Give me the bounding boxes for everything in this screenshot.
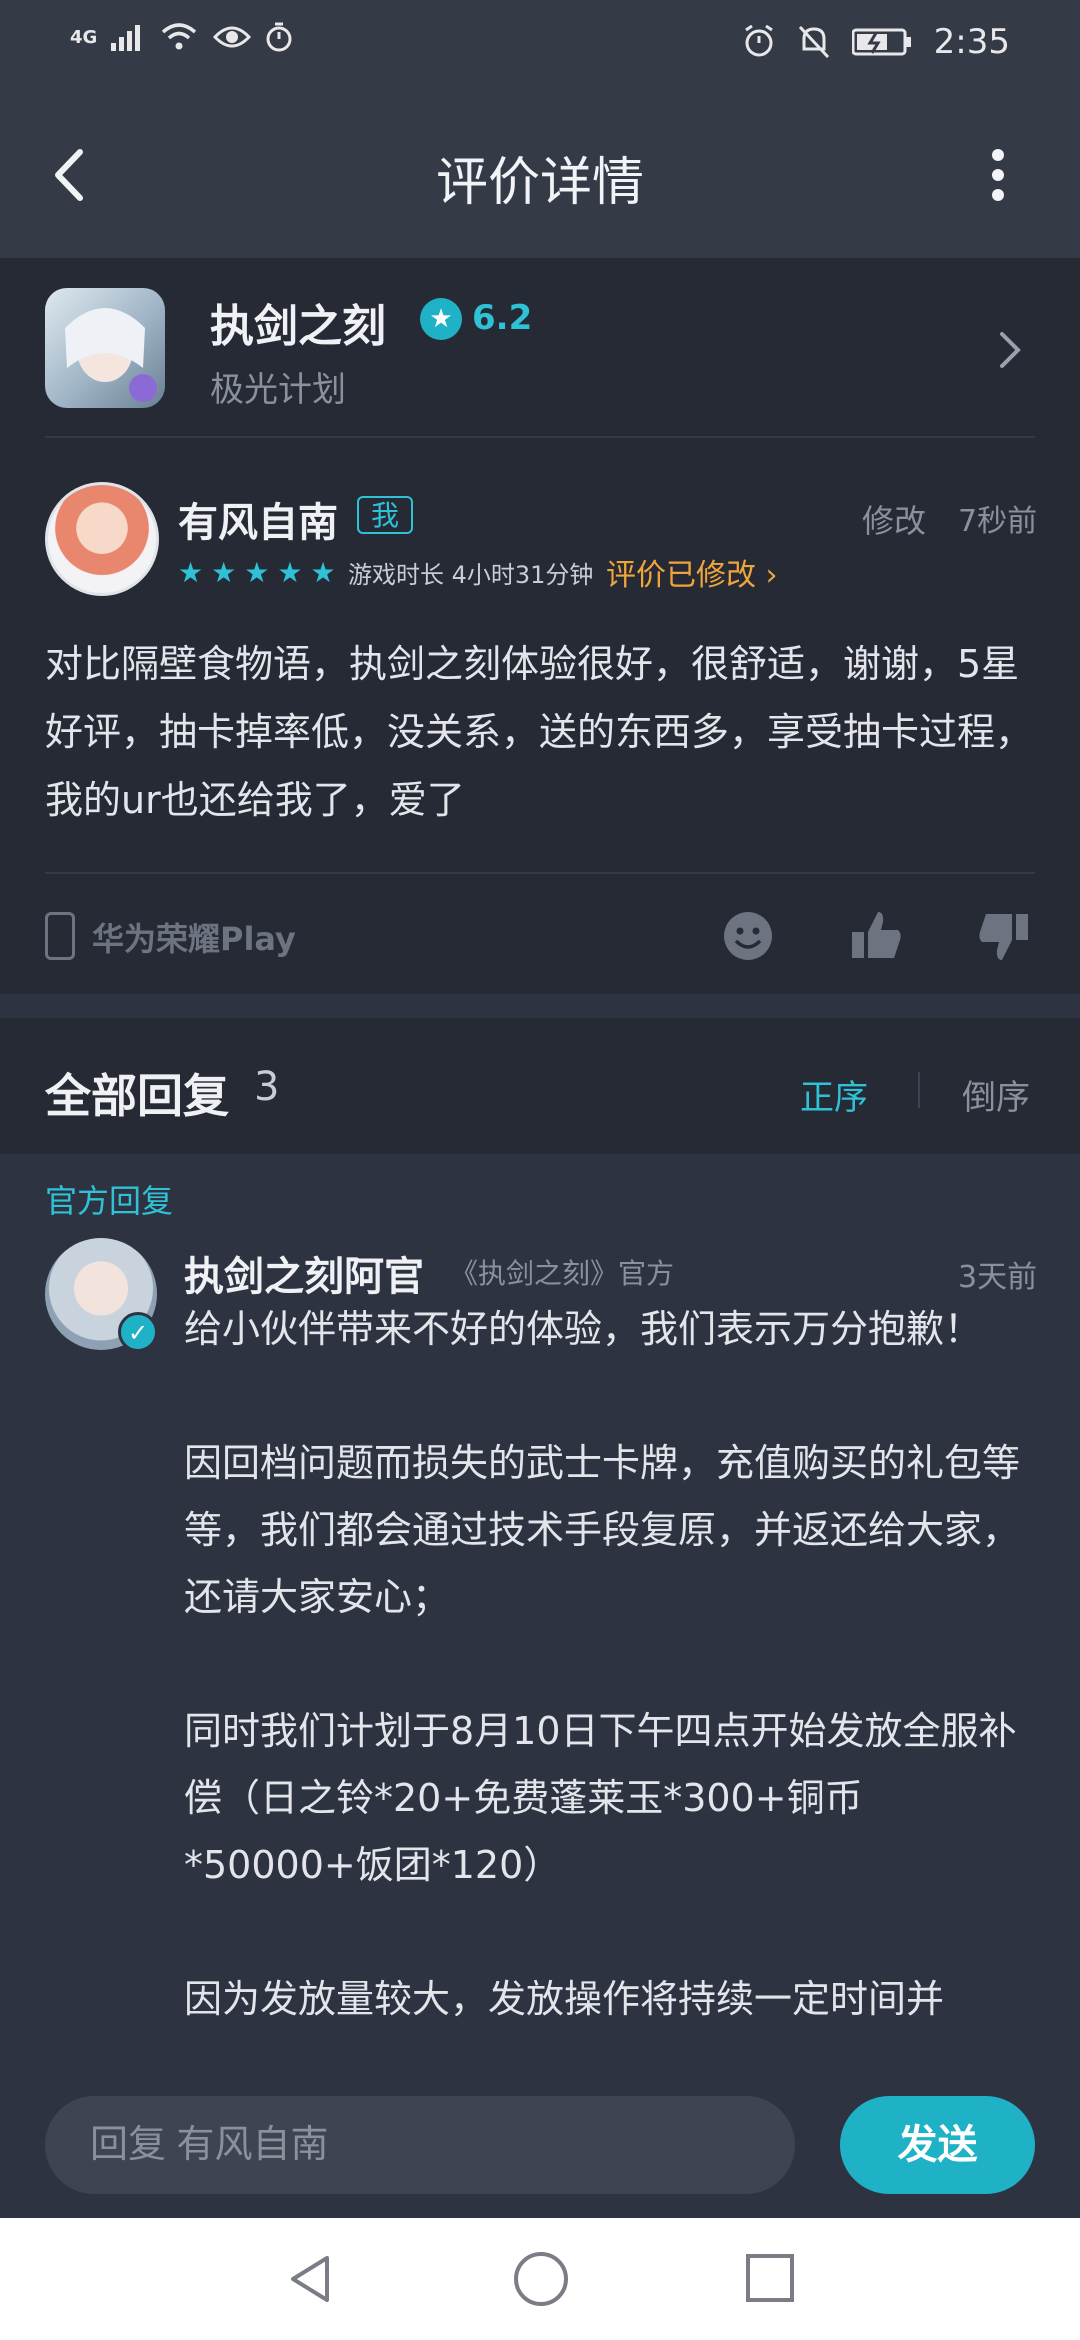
emoji-icon[interactable] bbox=[718, 906, 778, 966]
replies-title: 全部回复 bbox=[45, 1069, 229, 1123]
review-time: 7秒前 bbox=[958, 504, 1038, 539]
edited-label: 评价已修改 bbox=[606, 558, 756, 593]
divider bbox=[45, 872, 1035, 874]
star-rating: ★ ★ ★ ★ ★ bbox=[178, 556, 336, 589]
timer-icon bbox=[266, 22, 292, 52]
thumbs-down-icon[interactable] bbox=[974, 906, 1034, 966]
avatar[interactable] bbox=[45, 482, 159, 596]
app-developer: 极光计划 bbox=[210, 370, 346, 410]
star-icon: ★ bbox=[277, 556, 303, 589]
reviewer-name[interactable]: 有风自南 bbox=[178, 490, 338, 548]
official-reply-time: 3天前 bbox=[958, 1260, 1038, 1295]
official-reply-label: 官方回复 bbox=[45, 1182, 174, 1220]
chevron-right-icon[interactable] bbox=[990, 320, 1030, 380]
official-reply-text: 给小伙伴带来不好的体验，我们表示万分抱歉！ 因回档问题而损失的武士卡牌，充值购买… bbox=[184, 1307, 1021, 2021]
sort-descending-tab[interactable]: 倒序 bbox=[962, 1070, 1030, 1119]
divider bbox=[918, 1072, 920, 1108]
send-button[interactable]: 发送 bbox=[840, 2096, 1035, 2194]
status-icons-right: 2:35 bbox=[742, 22, 1010, 62]
chevron-right-icon: › bbox=[765, 558, 778, 593]
phone-icon bbox=[45, 912, 75, 960]
divider bbox=[45, 436, 1035, 438]
status-icons-left: 4G bbox=[70, 22, 293, 52]
star-icon: ★ bbox=[310, 556, 336, 589]
battery-icon bbox=[851, 28, 911, 56]
star-icon: ★ bbox=[211, 556, 237, 589]
more-menu-icon[interactable] bbox=[978, 145, 1018, 205]
nav-back-icon[interactable] bbox=[285, 2252, 335, 2306]
nav-home-icon[interactable] bbox=[514, 2252, 568, 2306]
thumbs-up-icon[interactable] bbox=[846, 906, 906, 966]
app-rating: 6.2 bbox=[472, 298, 533, 338]
mute-bell-icon bbox=[798, 25, 829, 59]
me-badge: 我 bbox=[357, 496, 414, 534]
verified-check-icon: ✓ bbox=[118, 1312, 158, 1352]
edited-link[interactable]: 评价已修改 › bbox=[606, 550, 778, 594]
review-text: 对比隔壁食物语，执剑之刻体验很好，很舒适，谢谢，5星好评，抽卡掉率低，没关系，送… bbox=[45, 642, 1034, 822]
page-title: 评价详情 bbox=[435, 153, 644, 213]
eye-icon bbox=[213, 26, 252, 48]
signal-icon bbox=[111, 25, 141, 51]
clock: 2:35 bbox=[933, 22, 1010, 62]
official-name[interactable]: 执剑之刻阿官 bbox=[184, 1244, 424, 1302]
star-icon: ★ bbox=[178, 556, 204, 589]
network-label: 4G bbox=[70, 26, 98, 48]
app-logo-icon bbox=[65, 308, 157, 402]
alarm-icon bbox=[744, 25, 773, 57]
nav-recents-icon[interactable] bbox=[746, 2254, 794, 2302]
star-icon: ★ bbox=[244, 556, 270, 589]
official-tag: 《执剑之刻》官方 bbox=[450, 1257, 675, 1290]
playtime: 游戏时长 4小时31分钟 bbox=[348, 561, 594, 589]
rating-star-icon: ★ bbox=[420, 298, 462, 340]
wifi-icon bbox=[162, 23, 197, 50]
device-label: 华为荣耀Play bbox=[92, 920, 296, 958]
app-icon[interactable] bbox=[45, 288, 165, 408]
modify-button[interactable]: 修改 bbox=[862, 496, 926, 542]
replies-count: 3 bbox=[254, 1064, 280, 1110]
sort-ascending-tab[interactable]: 正序 bbox=[800, 1070, 868, 1119]
reply-input[interactable] bbox=[45, 2096, 795, 2194]
app-name[interactable]: 执剑之刻 bbox=[210, 290, 386, 354]
